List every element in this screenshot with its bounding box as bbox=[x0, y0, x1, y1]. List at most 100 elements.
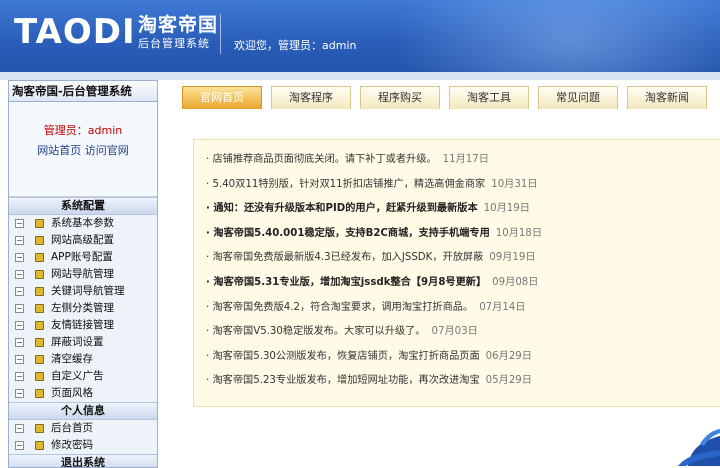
folder-icon bbox=[35, 253, 44, 262]
tab-item[interactable]: 淘客工具 bbox=[449, 86, 529, 109]
sidebar-item[interactable]: − 网站导航管理 bbox=[9, 266, 157, 283]
news-title: 通知：还没有升级版本和PID的用户，赶紧升级到最新版本 bbox=[213, 203, 478, 215]
header-glow bbox=[380, 0, 720, 72]
folder-icon bbox=[35, 389, 44, 398]
tree-toggle-icon[interactable]: − bbox=[15, 219, 24, 228]
sidebar-section-title: 个人信息 bbox=[9, 402, 157, 420]
tree-toggle-icon[interactable]: − bbox=[15, 372, 24, 381]
tree-toggle-icon[interactable]: − bbox=[15, 304, 24, 313]
news-title: 淘客帝国5.31专业版，增加淘宝jssdk整合【9月8号更新】 bbox=[213, 276, 487, 288]
news-date: 09月08日 bbox=[492, 276, 539, 288]
tab-item[interactable]: 淘客程序 bbox=[271, 86, 351, 109]
tree-toggle-icon[interactable]: − bbox=[15, 287, 24, 296]
sidebar-item-label: 清空缓存 bbox=[51, 353, 93, 365]
sidebar-item[interactable]: − 屏蔽词设置 bbox=[9, 334, 157, 351]
news-item[interactable]: · 淘客帝国5.23专业版发布，增加短网址功能，再次改进淘宝 05月29日 bbox=[206, 369, 720, 394]
sidebar-item-label: 自定义广告 bbox=[51, 370, 104, 382]
news-date: 09月19日 bbox=[489, 252, 536, 264]
news-item[interactable]: · 店铺推荐商品页面彻底关闭。请下补丁或者升级。 11月17日 bbox=[206, 148, 720, 173]
news-item[interactable]: · 淘客帝国免费版最新版4.3已经发布，加入JSSDK，开放屏蔽 09月19日 bbox=[206, 246, 720, 271]
tree-toggle-icon[interactable]: − bbox=[15, 338, 24, 347]
tree-toggle-icon[interactable]: − bbox=[15, 270, 24, 279]
sidebar-item[interactable]: − 修改密码 bbox=[9, 437, 157, 454]
news-title: 淘客帝国免费版最新版4.3已经发布，加入JSSDK，开放屏蔽 bbox=[212, 252, 484, 264]
sidebar-title: 淘客帝国-后台管理系统 bbox=[9, 81, 157, 102]
news-title: 5.40双11特别版，针对双11折扣店铺推广，精选高佣金商家 bbox=[212, 178, 486, 190]
news-item[interactable]: · 淘客帝国5.40.001稳定版，支持B2C商城，支持手机端专用 10月18日 bbox=[206, 222, 720, 247]
sidebar-item[interactable]: − 自定义广告 bbox=[9, 368, 157, 385]
news-title: 淘客帝国5.40.001稳定版，支持B2C商城，支持手机端专用 bbox=[213, 227, 490, 239]
sidebar-item[interactable]: − 网站高级配置 bbox=[9, 232, 157, 249]
folder-icon bbox=[35, 270, 44, 279]
news-date: 10月18日 bbox=[495, 227, 543, 239]
news-date: 07月03日 bbox=[431, 326, 478, 338]
folder-icon bbox=[35, 372, 44, 381]
folder-icon bbox=[35, 355, 44, 364]
sidebar-item-label: 后台首页 bbox=[51, 422, 93, 434]
sidebar-item[interactable]: − 清空缓存 bbox=[9, 351, 157, 368]
folder-icon bbox=[35, 441, 44, 450]
tree-toggle-icon[interactable]: − bbox=[15, 424, 24, 433]
header-divider bbox=[220, 14, 221, 54]
news-date: 11月17日 bbox=[442, 154, 489, 165]
sidebar-item-label: 网站高级配置 bbox=[51, 234, 114, 246]
sidebar-item[interactable]: − 系统基本参数 bbox=[9, 215, 157, 232]
news-date: 10月19日 bbox=[483, 203, 530, 215]
folder-icon bbox=[35, 236, 44, 245]
news-item[interactable]: · 5.40双11特别版，针对双11折扣店铺推广，精选高佣金商家 10月31日 bbox=[206, 173, 720, 198]
corner-swoosh-decoration bbox=[678, 429, 720, 466]
news-date: 05月29日 bbox=[485, 375, 532, 387]
tab-item[interactable]: 程序购买 bbox=[360, 86, 440, 109]
news-date: 10月31日 bbox=[491, 178, 538, 190]
tree-toggle-icon[interactable]: − bbox=[15, 441, 24, 450]
sidebar-item-label: 修改密码 bbox=[51, 439, 93, 451]
sidebar-item-label: 关键词导航管理 bbox=[51, 285, 125, 297]
sidebar-item[interactable]: − APP账号配置 bbox=[9, 249, 157, 266]
brand-name: 淘客帝国 bbox=[138, 14, 219, 36]
folder-icon bbox=[35, 219, 44, 228]
sidebar-menu: 系统配置 − 系统基本参数 − 网站高级配置 − APP账号配置 − 网站导航管理 − 关键词导航管… bbox=[9, 197, 157, 467]
news-item[interactable]: · 淘客帝国免费版4.2，符合淘宝要求，调用淘宝打折商品。 07月14日 bbox=[206, 296, 720, 321]
header-banner: TAODI 淘客帝国 后台管理系统 欢迎您，管理员：admin bbox=[0, 0, 720, 72]
tab-bar: 官网首页 淘客程序 程序购买 淘客工具 常见问题 淘客新闻 bbox=[182, 86, 720, 110]
logo-text: TAODI bbox=[14, 12, 136, 52]
news-title: 店铺推荐商品页面彻底关闭。请下补丁或者升级。 bbox=[212, 154, 437, 165]
logo-brand: 淘客帝国 后台管理系统 bbox=[138, 14, 218, 52]
sidebar-item[interactable]: − 页面风格 bbox=[9, 385, 157, 402]
sidebar-item-label: 屏蔽词设置 bbox=[51, 336, 104, 348]
folder-icon bbox=[35, 304, 44, 313]
news-panel: · 店铺推荐商品页面彻底关闭。请下补丁或者升级。 11月17日 · 5.40双11特… bbox=[193, 139, 720, 407]
sidebar-item-label: 系统基本参数 bbox=[51, 217, 114, 229]
news-item[interactable]: · 淘客帝国V5.30稳定版发布。大家可以升级了。 07月03日 bbox=[206, 320, 720, 345]
sidebar-item[interactable]: − 后台首页 bbox=[9, 420, 157, 437]
folder-icon bbox=[35, 321, 44, 330]
news-title: 淘客帝国免费版4.2，符合淘宝要求，调用淘宝打折商品。 bbox=[212, 301, 474, 313]
tab-item[interactable]: 官网首页 bbox=[182, 86, 262, 109]
header-strip bbox=[0, 72, 720, 80]
folder-icon bbox=[35, 424, 44, 433]
sidebar-item[interactable]: − 左侧分类管理 bbox=[9, 300, 157, 317]
news-date: 07月14日 bbox=[479, 301, 526, 313]
sidebar-item[interactable]: − 关键词导航管理 bbox=[9, 283, 157, 300]
sidebar-section-title: 系统配置 bbox=[9, 197, 157, 215]
news-list: · 店铺推荐商品页面彻底关闭。请下补丁或者升级。 11月17日 · 5.40双11特… bbox=[206, 148, 720, 394]
tab-item[interactable]: 淘客新闻 bbox=[627, 86, 707, 109]
sidebar-item-label: 网站导航管理 bbox=[51, 268, 114, 280]
news-title: 淘客帝国5.23专业版发布，增加短网址功能，再次改进淘宝 bbox=[212, 375, 480, 387]
tree-toggle-icon[interactable]: − bbox=[15, 355, 24, 364]
news-item[interactable]: · 淘客帝国5.30公测版发布，恢复店铺页，淘宝打折商品页面 06月29日 bbox=[206, 345, 720, 370]
tab-item[interactable]: 常见问题 bbox=[538, 86, 618, 109]
sidebar-links: 网站首页 访问官网 bbox=[9, 138, 157, 158]
tree-toggle-icon[interactable]: − bbox=[15, 236, 24, 245]
sidebar-item[interactable]: − 友情链接管理 bbox=[9, 317, 157, 334]
sidebar-item-label: 页面风格 bbox=[51, 387, 93, 399]
official-site-link[interactable]: 访问官网 bbox=[85, 144, 129, 157]
news-date: 06月29日 bbox=[485, 350, 532, 362]
news-item[interactable]: · 通知：还没有升级版本和PID的用户，赶紧升级到最新版本 10月19日 bbox=[206, 197, 720, 222]
tree-toggle-icon[interactable]: − bbox=[15, 389, 24, 398]
news-item[interactable]: · 淘客帝国5.31专业版，增加淘宝jssdk整合【9月8号更新】 09月08日 bbox=[206, 271, 720, 296]
tree-toggle-icon[interactable]: − bbox=[15, 253, 24, 262]
sidebar-item-label: APP账号配置 bbox=[51, 251, 113, 263]
site-home-link[interactable]: 网站首页 bbox=[37, 144, 81, 157]
tree-toggle-icon[interactable]: − bbox=[15, 321, 24, 330]
